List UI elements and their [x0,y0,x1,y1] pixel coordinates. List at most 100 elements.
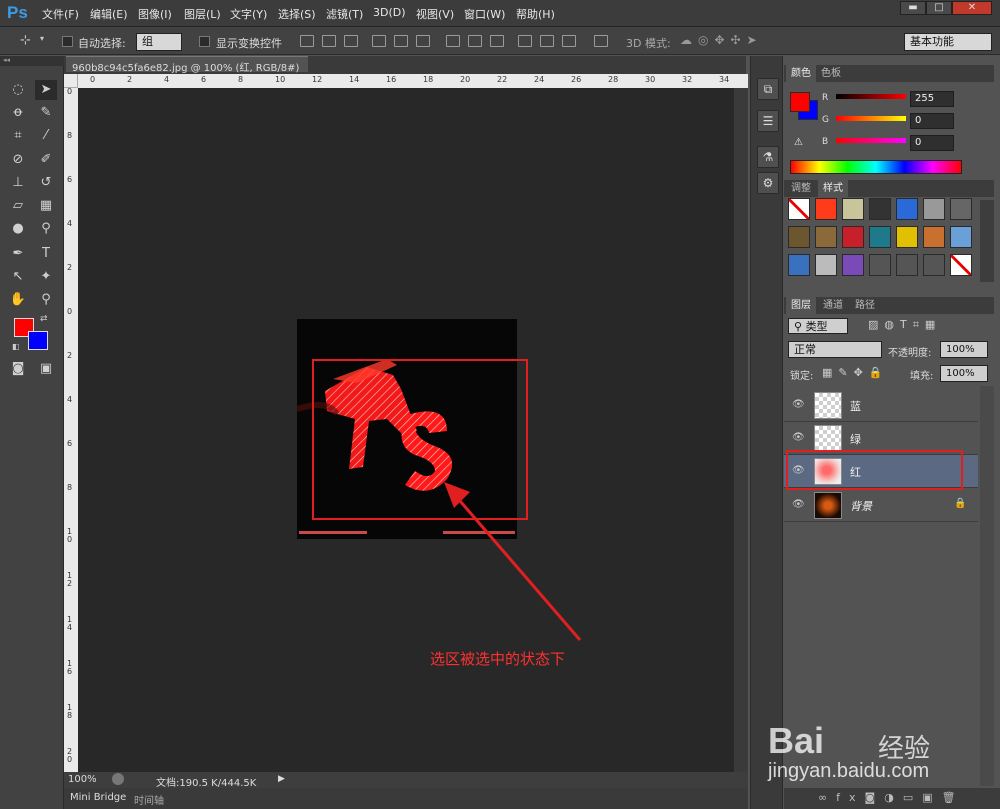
style-swatch[interactable] [950,254,972,276]
align-bottom-icon[interactable] [344,35,358,47]
layer-row[interactable]: 👁 蓝 [784,389,978,422]
lasso-tool-icon[interactable]: ꝋ [7,103,29,123]
r-value-input[interactable]: 255 [910,91,954,107]
style-swatch[interactable] [788,254,810,276]
layer-name[interactable]: 背景 [850,498,872,514]
align-hcenter-icon[interactable] [394,35,408,47]
tab-timeline[interactable]: 时间轴 [134,792,164,807]
menu-file[interactable]: 文件(F) [42,6,79,22]
ruler-top[interactable]: 0 2 4 6 8 10 12 14 16 18 20 22 24 26 28 30 32 34 [78,74,748,88]
align-left-icon[interactable] [372,35,386,47]
distribute-right-icon[interactable] [562,35,576,47]
tab-layers[interactable]: 图层 [786,297,816,314]
auto-select-checkbox[interactable] [62,36,73,47]
clone-stamp-icon[interactable]: ⊥ [7,173,29,193]
style-swatch[interactable] [896,198,918,220]
style-swatch[interactable] [842,226,864,248]
panel-collapse-icon[interactable]: ◂◂ [0,56,64,66]
distribute-top-icon[interactable] [446,35,460,47]
menu-image[interactable]: 图像(I) [138,6,172,22]
b-slider[interactable] [836,138,906,143]
background-color-swatch[interactable] [28,331,48,350]
style-swatch[interactable] [815,198,837,220]
move-selection-tool-icon[interactable]: ➤ [35,80,57,100]
chevron-down-icon[interactable]: ▾ [40,34,44,43]
blur-tool-icon[interactable]: ● [7,219,29,239]
layer-name[interactable]: 绿 [850,431,861,447]
style-swatch[interactable] [950,226,972,248]
distribute-vcenter-icon[interactable] [468,35,482,47]
distribute-hcenter-icon[interactable] [540,35,554,47]
move-tool-icon[interactable]: ⊹ [20,33,31,48]
quick-select-tool-icon[interactable]: ✎ [35,103,57,123]
ruler-origin[interactable] [64,74,78,88]
align-vcenter-icon[interactable] [322,35,336,47]
tab-mini-bridge[interactable]: Mini Bridge [70,792,126,803]
distribute-bottom-icon[interactable] [490,35,504,47]
menu-layer[interactable]: 图层(L) [184,6,221,22]
color-spectrum-bar[interactable] [790,160,962,174]
style-swatch[interactable] [869,254,891,276]
style-swatch[interactable] [788,198,810,220]
layer-filter-dropdown[interactable]: ⚲ 类型 [788,318,848,334]
status-info-icon[interactable] [112,773,124,785]
menu-type[interactable]: 文字(Y) [230,6,267,22]
style-swatch[interactable] [950,198,972,220]
lock-icons[interactable]: ▦✎✥🔒 [822,366,889,379]
visibility-eye-icon[interactable]: 👁 [792,399,805,410]
quick-mask-icon[interactable]: ◙ [7,359,29,379]
blend-mode-dropdown[interactable]: 正常 [788,341,882,358]
dodge-tool-icon[interactable]: ⚲ [35,219,57,239]
layer-row[interactable]: 👁 背景 🔒 [784,489,978,522]
gamut-warning-icon[interactable]: ⚠ [794,137,803,148]
gradient-tool-icon[interactable]: ▦ [35,196,57,216]
tab-adjustments[interactable]: 调整 [786,180,816,197]
style-swatch[interactable] [923,198,945,220]
status-menu-icon[interactable]: ▶ [278,774,285,784]
tab-paths[interactable]: 路径 [850,297,880,314]
style-swatch[interactable] [869,226,891,248]
history-panel-icon[interactable]: ⧉ [757,78,779,100]
style-swatch[interactable] [896,254,918,276]
menu-window[interactable]: 窗口(W) [464,6,505,22]
auto-align-icon[interactable] [594,35,608,47]
style-swatch[interactable] [896,226,918,248]
menu-3d[interactable]: 3D(D) [373,6,406,19]
brush-panel-icon[interactable]: ⚗ [757,146,779,168]
tool-presets-icon[interactable]: ⚙ [757,172,779,194]
visibility-eye-icon[interactable]: 👁 [792,432,805,443]
layers-footer-icons[interactable]: ∞fx◙◑▭▣🗑 [784,788,1000,809]
workspace-dropdown[interactable]: 基本功能 [904,33,992,51]
style-swatch[interactable] [923,254,945,276]
style-swatch[interactable] [815,254,837,276]
swap-colors-icon[interactable]: ⇄ [40,314,48,324]
visibility-eye-icon[interactable]: 👁 [792,499,805,510]
style-swatch[interactable] [923,226,945,248]
b-value-input[interactable]: 0 [910,135,954,151]
zoom-level[interactable]: 100% [68,774,97,785]
style-swatch[interactable] [869,198,891,220]
screen-mode-icon[interactable]: ▣ [35,359,57,379]
properties-panel-icon[interactable]: ☰ [757,110,779,132]
layers-scrollbar[interactable] [980,386,994,786]
distribute-left-icon[interactable] [518,35,532,47]
minimize-button[interactable]: ▬ [900,1,926,15]
eyedropper-tool-icon[interactable]: ⁄ [35,126,57,146]
tab-styles[interactable]: 样式 [818,180,848,197]
maximize-button[interactable]: □ [926,1,952,15]
fg-color-swatch[interactable] [790,92,810,112]
brush-tool-icon[interactable]: ✐ [35,150,57,170]
style-swatch[interactable] [842,254,864,276]
styles-scrollbar[interactable] [980,200,994,282]
menu-help[interactable]: 帮助(H) [516,6,555,22]
tab-channels[interactable]: 通道 [818,297,848,314]
pen-tool-icon[interactable]: ✒ [7,244,29,264]
vertical-scrollbar[interactable] [734,88,748,772]
menu-edit[interactable]: 编辑(E) [90,6,128,22]
auto-select-dropdown[interactable]: 组 [136,33,182,51]
tab-color[interactable]: 颜色 [786,65,816,82]
style-swatch[interactable] [815,226,837,248]
r-slider[interactable] [836,94,906,99]
3d-tools-icon[interactable]: ☁◎✥✣➤ [680,33,763,47]
healing-brush-icon[interactable]: ⊘ [7,150,29,170]
